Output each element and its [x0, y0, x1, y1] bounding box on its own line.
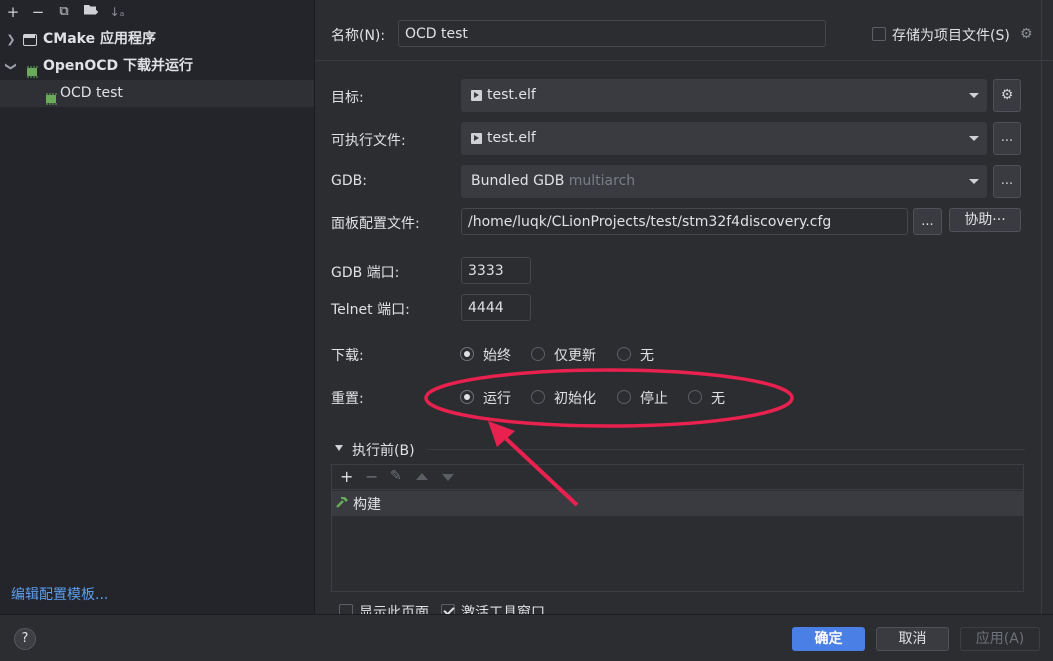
cancel-button[interactable]: 取消 — [876, 627, 949, 651]
help-button[interactable]: ? — [14, 628, 36, 650]
dialog-footer: ? 确定 取消 应用(A) — [0, 614, 1053, 661]
annotation-ellipse — [424, 368, 794, 428]
annotation-overlay — [424, 368, 794, 507]
annotation-arrow-shaft — [498, 431, 579, 507]
ok-button[interactable]: 确定 — [792, 627, 865, 651]
apply-button[interactable]: 应用(A) — [960, 627, 1040, 651]
